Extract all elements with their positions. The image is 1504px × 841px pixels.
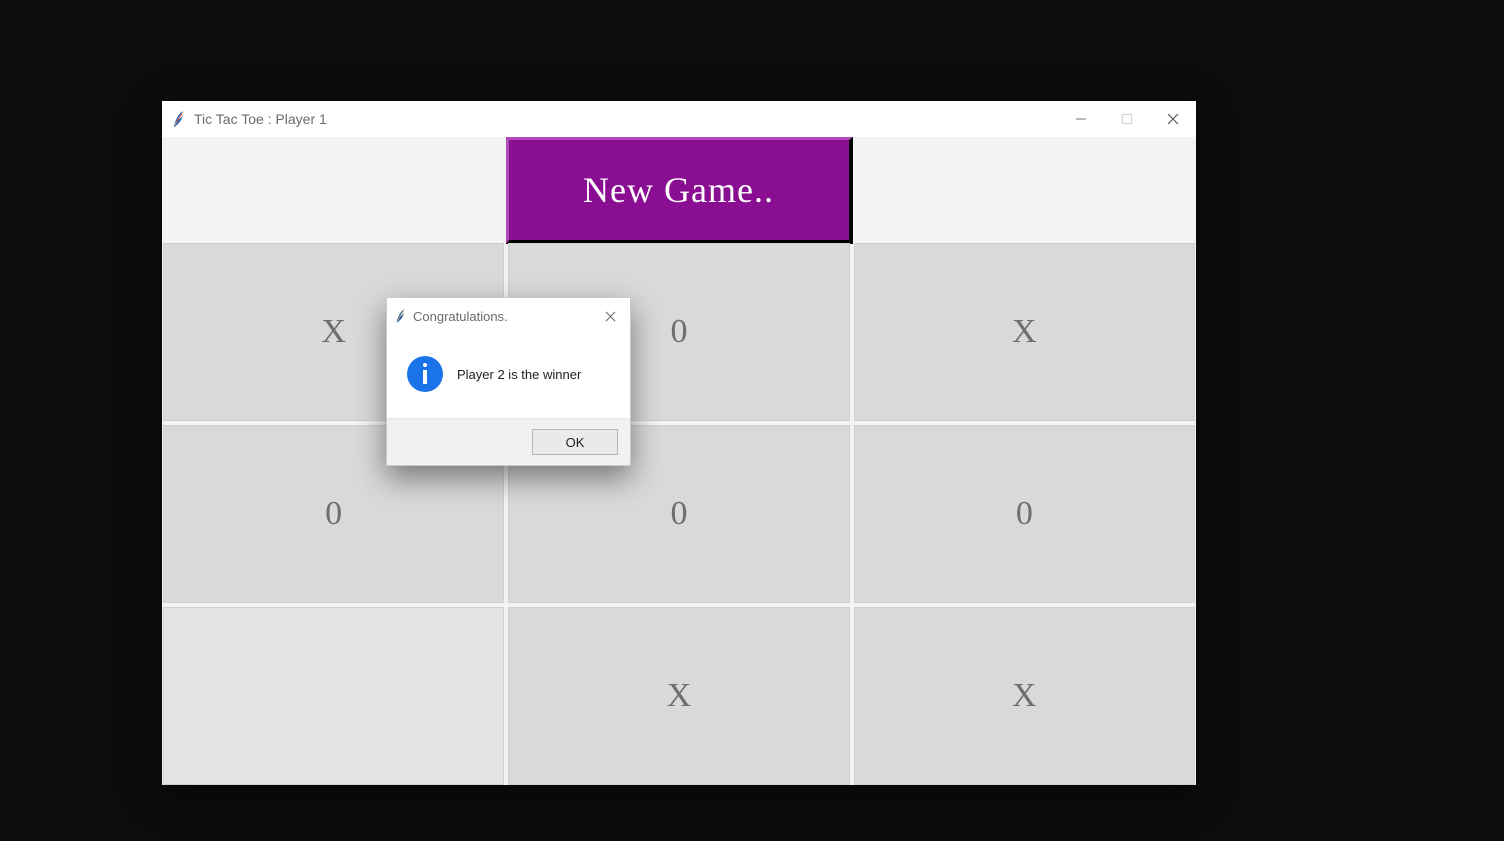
dialog-footer: OK [387, 418, 630, 465]
board-cell-8[interactable]: X [854, 607, 1195, 785]
maximize-button[interactable] [1104, 101, 1150, 137]
minimize-button[interactable] [1058, 101, 1104, 137]
game-board: X 0 X 0 0 0 X X [162, 243, 1196, 785]
winner-dialog: Congratulations. Player 2 is the winner … [386, 297, 631, 466]
tk-feather-icon [395, 308, 405, 324]
info-icon [407, 356, 443, 392]
window-close-button[interactable] [1150, 101, 1196, 137]
app-window: Tic Tac Toe : Player 1 New Game.. X 0 X … [162, 101, 1196, 785]
board-cell-5[interactable]: 0 [854, 425, 1195, 603]
dialog-message: Player 2 is the winner [457, 367, 581, 382]
board-cell-6[interactable] [163, 607, 504, 785]
board-cell-2[interactable]: X [854, 243, 1195, 421]
titlebar: Tic Tac Toe : Player 1 [162, 101, 1196, 137]
dialog-title: Congratulations. [413, 309, 508, 324]
new-game-button[interactable]: New Game.. [506, 137, 853, 244]
ok-button[interactable]: OK [532, 429, 618, 455]
dialog-close-button[interactable] [594, 302, 626, 330]
tk-feather-icon [172, 110, 184, 128]
dialog-titlebar: Congratulations. [387, 298, 630, 334]
window-title: Tic Tac Toe : Player 1 [194, 111, 327, 127]
board-cell-7[interactable]: X [508, 607, 849, 785]
header-strip: New Game.. [162, 137, 1196, 243]
dialog-body: Player 2 is the winner [387, 334, 630, 418]
